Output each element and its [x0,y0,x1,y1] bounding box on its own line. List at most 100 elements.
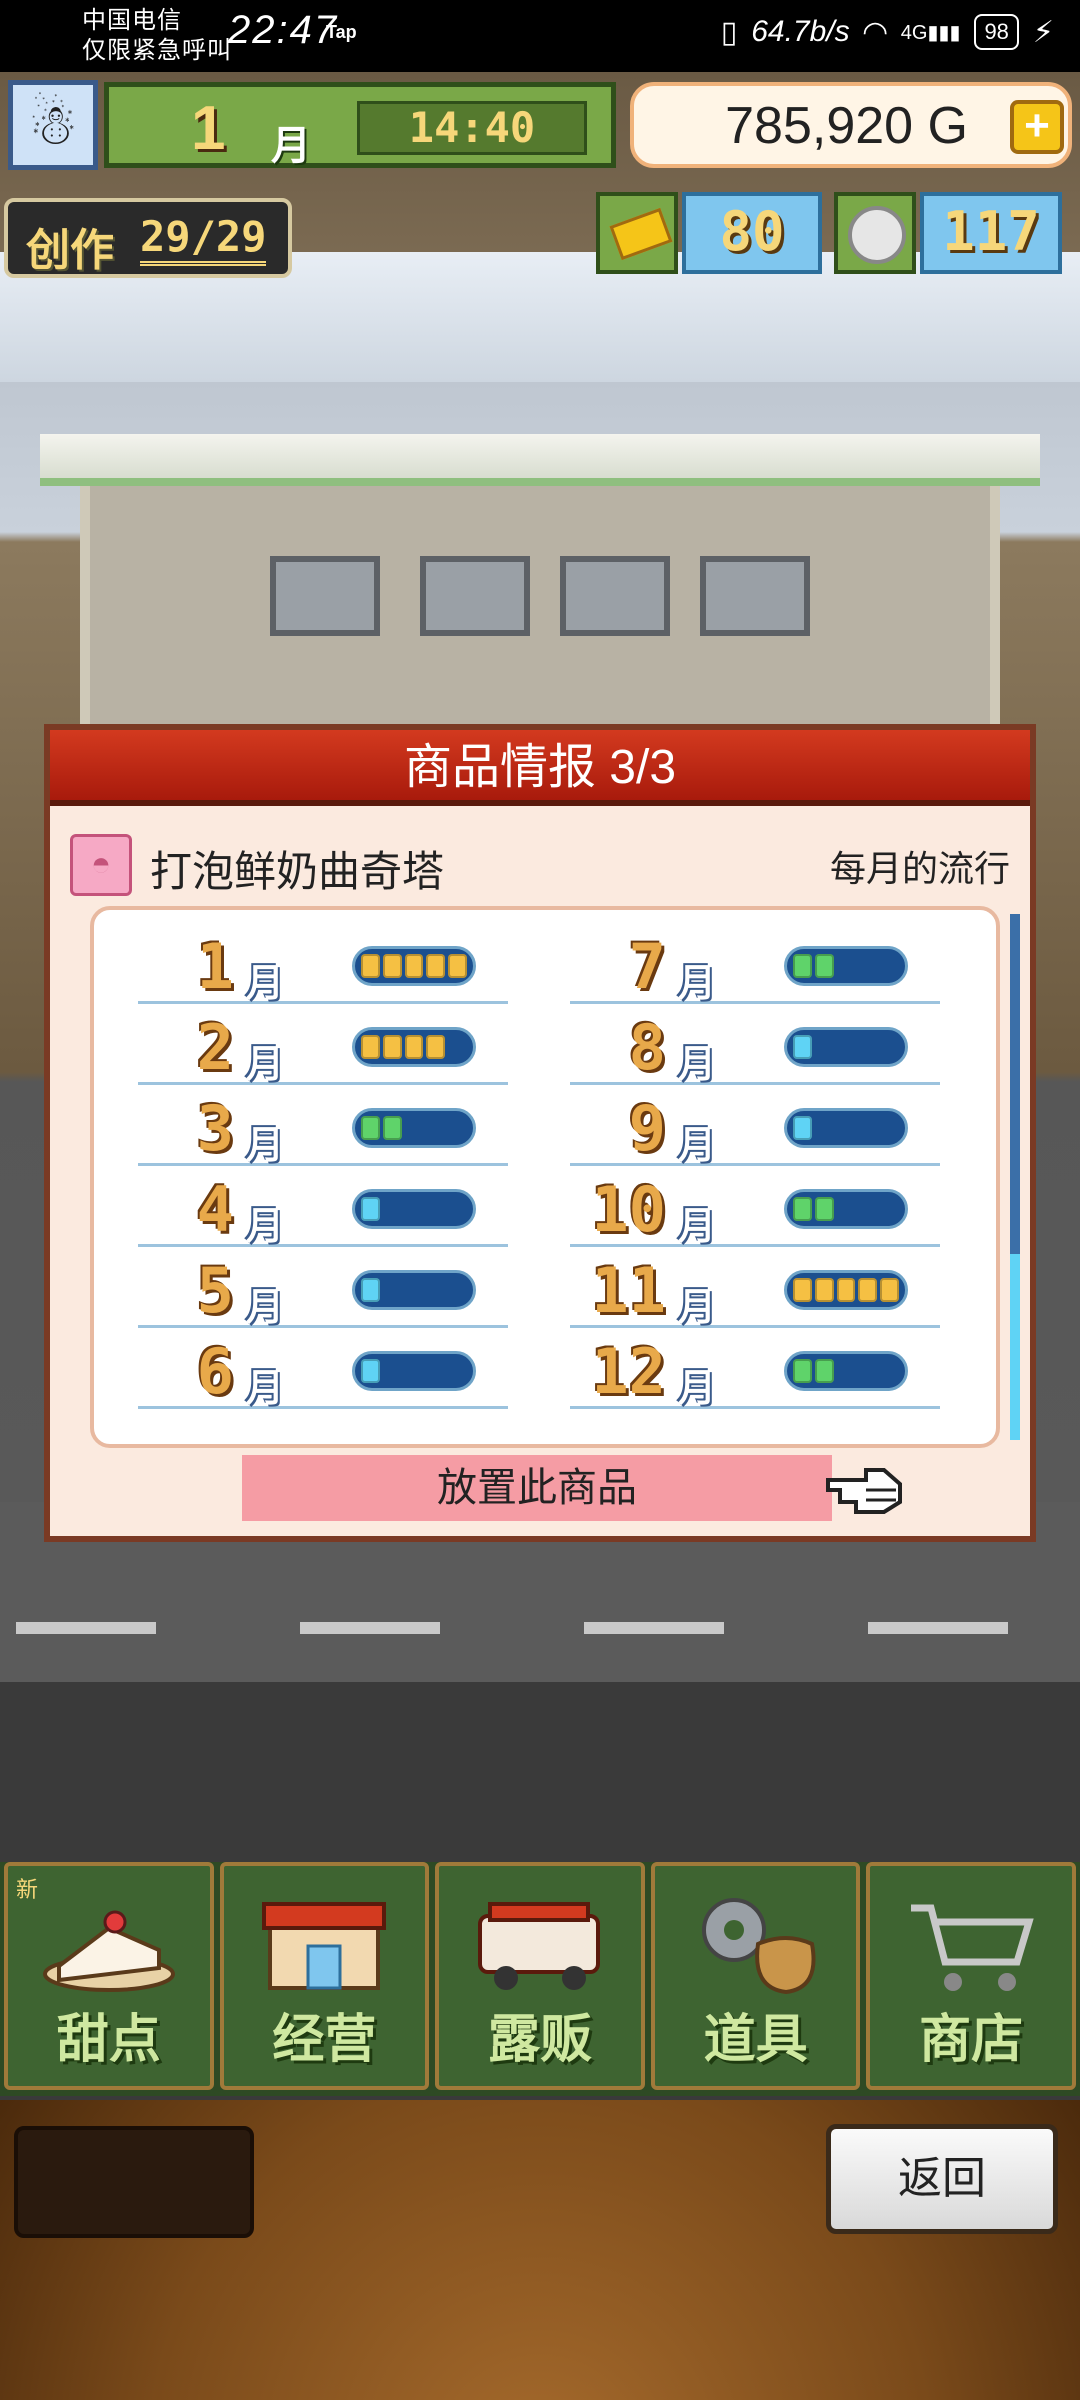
trend-segment [814,1197,834,1221]
menu-dessert[interactable]: 新 甜点 [4,1862,214,2090]
shop-awning [40,434,1040,486]
trend-bar [352,1108,476,1148]
month-row: 3月 [138,1086,508,1167]
trend-segment [815,1035,834,1059]
trend-bar [352,1270,476,1310]
trend-segment [793,954,812,978]
vibrate-icon: ▯ [720,15,738,49]
trend-bar [784,1270,908,1310]
lane-mark [16,1622,156,1634]
oven [560,556,670,636]
trend-segment [404,954,424,978]
info-slot [14,2126,254,2238]
hand-pointer-icon [826,1468,902,1514]
month-number: 11 [591,1254,666,1327]
trend-segment [361,1035,380,1059]
season-snowman-icon[interactable]: ☃ [8,80,98,170]
month-row: 2月 [138,1005,508,1086]
month-unit: 月 [271,124,311,168]
create-label: 创作 [26,226,114,275]
trend-segment [837,1359,856,1383]
lane-mark [584,1622,724,1634]
shop-front [80,486,1000,736]
clock: 22:47 [228,8,339,52]
month-unit: 月 [246,1125,285,1167]
trend-segment [448,1278,467,1302]
scrollbar[interactable] [1010,914,1020,1440]
trend-segment [858,1278,878,1302]
food-truck-icon [477,1902,600,1990]
trend-segment [405,1278,424,1302]
dessert-icon: ◓ [70,834,132,896]
place-item-button[interactable]: 放置此商品 [242,1455,832,1521]
month-unit: 月 [246,1044,285,1086]
trend-segment [880,1278,899,1302]
month-row: 9月 [570,1086,940,1167]
trend-segment [793,1035,812,1059]
menu-food-truck[interactable]: 露贩 [435,1862,645,2090]
trend-bar [784,1108,908,1148]
trend-segment [426,1278,445,1302]
trend-segment [858,1116,877,1140]
trend-segment [793,1278,812,1302]
trend-segment [426,1359,445,1383]
trend-segment [361,1278,380,1302]
trend-bar [784,1189,908,1229]
monthly-trend-list[interactable]: 1 月 2 月 3 月 4 月 5 月 6 月 7 月 8 月 9 月 10 月 11 月 12 月 [90,906,1000,1448]
oven [700,556,810,636]
charging-icon: ⚡ [1032,15,1054,49]
trend-segment [814,954,834,978]
trend-segment [880,1197,899,1221]
trend-segment [361,1116,380,1140]
trend-segment [448,1359,467,1383]
month-unit: 月 [246,1206,285,1248]
trend-segment [448,1116,467,1140]
menu-store[interactable]: 商店 [866,1862,1076,2090]
trend-segment [836,1278,856,1302]
menu-items[interactable]: 道具 [650,1862,861,2090]
month-number: 8 [628,1011,666,1084]
gear-bag-icon [701,1898,816,1995]
trend-segment [361,954,380,978]
month-row: 5月 [138,1248,508,1329]
trend-segment [448,1035,467,1059]
oven [270,556,380,636]
trend-segment [426,954,446,978]
trend-segment [837,1197,856,1221]
net-speed: 64.7b/s [751,15,850,48]
menu-label: 甜点 [56,2011,161,2069]
create-counter[interactable]: 创作 29/29 [4,198,292,278]
status-bar: 中国电信 仅限紧急呼叫 22:47 Tap ▯ 64.7b/s ◠ 4G▮▮▮ … [0,0,1080,72]
lane-mark [300,1622,440,1634]
trend-segment [382,954,402,978]
month-row: 11 月 [570,1248,940,1329]
back-button[interactable]: 返回 [826,2124,1058,2234]
trend-segment [426,1116,445,1140]
tap-indicator: Tap [326,22,357,42]
trend-bar [352,1189,476,1229]
trend-segment [858,1359,877,1383]
trend-segment [880,1035,899,1059]
new-badge: 新 [16,1877,39,1902]
trend-segment [837,954,856,978]
add-money-button[interactable]: + [1010,100,1064,154]
month-unit: 月 [678,1206,717,1248]
trend-segment [793,1359,812,1383]
scrollbar-thumb[interactable] [1010,1254,1020,1440]
trend-bar [352,1351,476,1391]
trend-segment [383,1278,402,1302]
month-unit: 月 [678,963,717,1005]
month-unit: 月 [246,1368,285,1410]
menu-management[interactable]: 经营 [219,1862,430,2090]
trend-segment [814,1359,834,1383]
trend-segment [405,1197,424,1221]
trend-segment [814,1278,834,1302]
trend-segment [448,1197,467,1221]
trend-segment [426,1197,445,1221]
game-clock: 14:40 [357,101,587,155]
month-row: 7月 [570,924,940,1005]
trend-segment [815,1116,834,1140]
month-unit: 月 [678,1368,717,1410]
menu-label: 道具 [703,2011,808,2069]
battery-icon: 98 [974,14,1019,50]
